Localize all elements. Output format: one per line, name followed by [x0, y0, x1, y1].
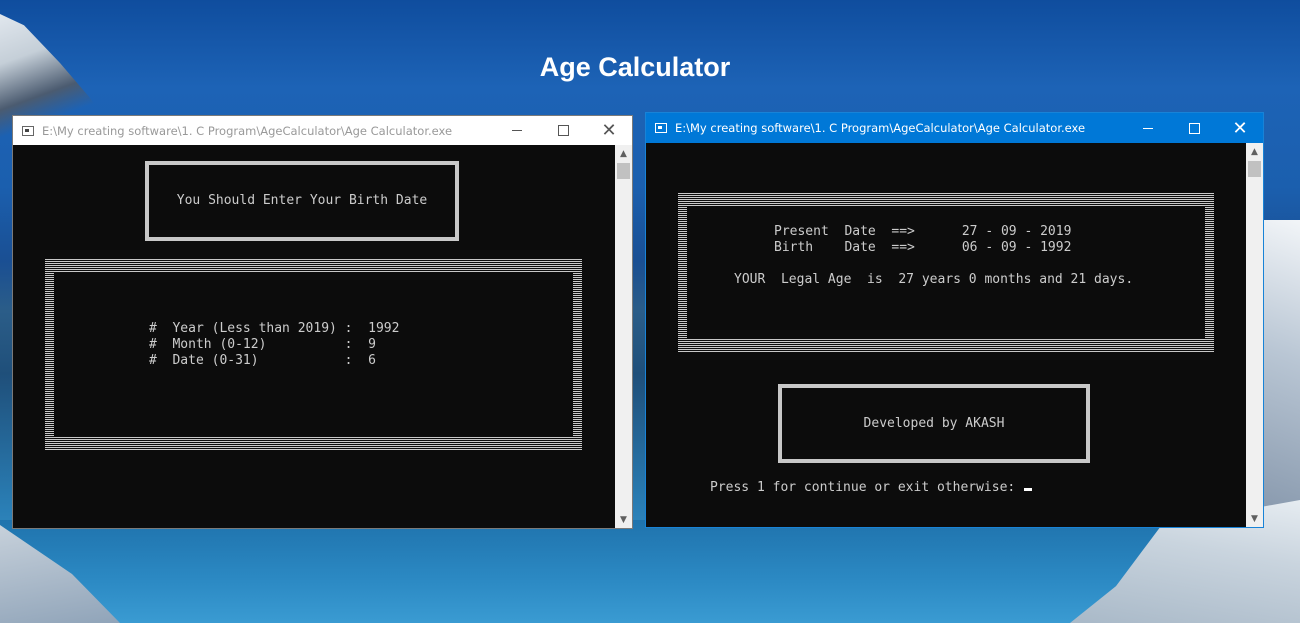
header-box: You Should Enter Your Birth Date: [145, 161, 459, 241]
scroll-down-icon[interactable]: ▼: [615, 511, 632, 528]
window-titlebar[interactable]: E:\My creating software\1. C Program\Age…: [646, 113, 1263, 143]
window-titlebar[interactable]: E:\My creating software\1. C Program\Age…: [13, 116, 632, 145]
vertical-scrollbar[interactable]: ▲ ▼: [1246, 143, 1263, 527]
continue-prompt[interactable]: Press 1 for continue or exit otherwise:: [710, 480, 1033, 496]
developer-box-text: Developed by AKASH: [863, 415, 1005, 431]
input-line-year: # Year (Less than 2019) : 1992: [149, 321, 400, 336]
month-value: 9: [368, 337, 376, 352]
maximize-icon[interactable]: [1171, 113, 1217, 143]
header-box-text: You Should Enter Your Birth Date: [176, 193, 428, 208]
console-app-icon[interactable]: [655, 123, 667, 133]
console-window-input[interactable]: E:\My creating software\1. C Program\Age…: [12, 115, 633, 529]
birth-date-line: Birth Date ==> 06 - 09 - 1992: [774, 240, 1072, 255]
developer-box: Developed by AKASH: [778, 384, 1090, 463]
console-window-result[interactable]: E:\My creating software\1. C Program\Age…: [645, 112, 1264, 528]
scroll-up-icon[interactable]: ▲: [1246, 143, 1263, 160]
input-line-date: # Date (0-31) : 6: [149, 353, 376, 368]
vertical-scrollbar[interactable]: ▲ ▼: [615, 145, 632, 528]
maximize-icon[interactable]: [540, 116, 586, 145]
continue-prompt-text: Press 1 for continue or exit otherwise:: [710, 480, 1024, 495]
window-title: E:\My creating software\1. C Program\Age…: [675, 121, 1086, 135]
console-output[interactable]: You Should Enter Your Birth Date # Year …: [13, 145, 615, 528]
console-app-icon[interactable]: [22, 125, 34, 136]
scroll-thumb[interactable]: [1248, 161, 1261, 177]
scroll-thumb[interactable]: [617, 163, 630, 179]
text-cursor: [1024, 488, 1033, 491]
page-title: Age Calculator: [539, 52, 731, 82]
input-line-month: # Month (0-12) : 9: [149, 337, 376, 352]
console-output[interactable]: Present Date ==> 27 - 09 - 2019 Birth Da…: [646, 143, 1246, 527]
year-value: 1992: [368, 321, 400, 336]
close-icon[interactable]: ✕: [1217, 113, 1263, 143]
date-value: 6: [368, 353, 376, 368]
scroll-down-icon[interactable]: ▼: [1246, 510, 1263, 527]
minimize-icon[interactable]: [1125, 113, 1171, 143]
close-icon[interactable]: ✕: [586, 116, 632, 145]
minimize-icon[interactable]: [494, 116, 540, 145]
scroll-up-icon[interactable]: ▲: [615, 145, 632, 162]
legal-age-line: YOUR Legal Age is 27 years 0 months and …: [734, 272, 1134, 287]
present-date-line: Present Date ==> 27 - 09 - 2019: [774, 224, 1072, 239]
window-title: E:\My creating software\1. C Program\Age…: [42, 123, 453, 138]
